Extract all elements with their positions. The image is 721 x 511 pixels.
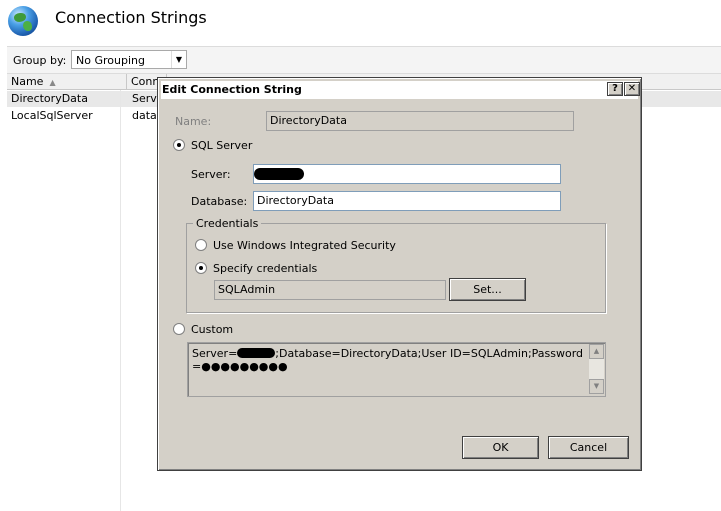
name-field: DirectoryData	[266, 111, 574, 131]
column-header-connection-label: Conn	[131, 75, 160, 88]
list-divider	[120, 90, 121, 511]
row-name: LocalSqlServer	[11, 109, 93, 122]
scroll-down-icon[interactable]: ▼	[589, 379, 604, 394]
custom-label: Custom	[191, 323, 234, 336]
server-field[interactable]	[253, 164, 561, 184]
custom-connection-text: Server= ;Database=DirectoryData;User ID=S…	[192, 347, 586, 373]
name-label: Name:	[175, 115, 212, 128]
custom-text-server: Server=	[192, 347, 238, 360]
cancel-button[interactable]: Cancel	[548, 436, 629, 459]
sql-server-label: SQL Server	[191, 139, 253, 152]
scrollbar[interactable]: ▲ ▼	[589, 344, 604, 394]
edit-connection-string-dialog: Edit Connection String ? ✕ Name: Directo…	[157, 77, 642, 471]
database-label: Database:	[191, 195, 248, 208]
windows-auth-radio[interactable]	[195, 239, 207, 251]
chevron-down-icon[interactable]: ▼	[171, 51, 186, 68]
database-field[interactable]: DirectoryData	[253, 191, 561, 211]
group-by-select[interactable]: No Grouping ▼	[71, 50, 187, 69]
column-header-name-label: Name	[11, 75, 44, 88]
group-by-label: Group by:	[13, 54, 67, 67]
custom-radio[interactable]	[173, 323, 185, 335]
specify-credentials-label: Specify credentials	[213, 262, 318, 275]
ok-button[interactable]: OK	[462, 436, 539, 459]
help-button[interactable]: ?	[607, 82, 623, 96]
sql-server-radio[interactable]	[173, 139, 185, 151]
redacted-server	[254, 168, 304, 180]
column-header-name[interactable]: Name ▲	[7, 74, 127, 90]
credentials-title: Credentials	[193, 217, 262, 230]
page-title: Connection Strings	[55, 8, 207, 27]
specify-credentials-radio[interactable]	[195, 262, 207, 274]
set-credentials-button[interactable]: Set...	[449, 278, 526, 301]
sort-ascending-icon: ▲	[49, 78, 56, 87]
row-connection: data	[132, 109, 157, 122]
username-field: SQLAdmin	[214, 280, 446, 300]
globe-icon	[8, 6, 38, 36]
custom-connection-string[interactable]: Server= ;Database=DirectoryData;User ID=S…	[187, 342, 606, 397]
dialog-title: Edit Connection String	[162, 83, 302, 96]
group-by-value: No Grouping	[76, 54, 145, 67]
server-label: Server:	[191, 168, 231, 181]
windows-auth-label: Use Windows Integrated Security	[213, 239, 396, 252]
dialog-titlebar[interactable]: Edit Connection String ? ✕	[161, 81, 640, 99]
group-by-bar: Group by: No Grouping ▼	[7, 46, 721, 74]
scroll-up-icon[interactable]: ▲	[589, 344, 604, 359]
row-name: DirectoryData	[11, 92, 88, 105]
close-button[interactable]: ✕	[624, 82, 640, 96]
redacted-server	[237, 348, 276, 358]
